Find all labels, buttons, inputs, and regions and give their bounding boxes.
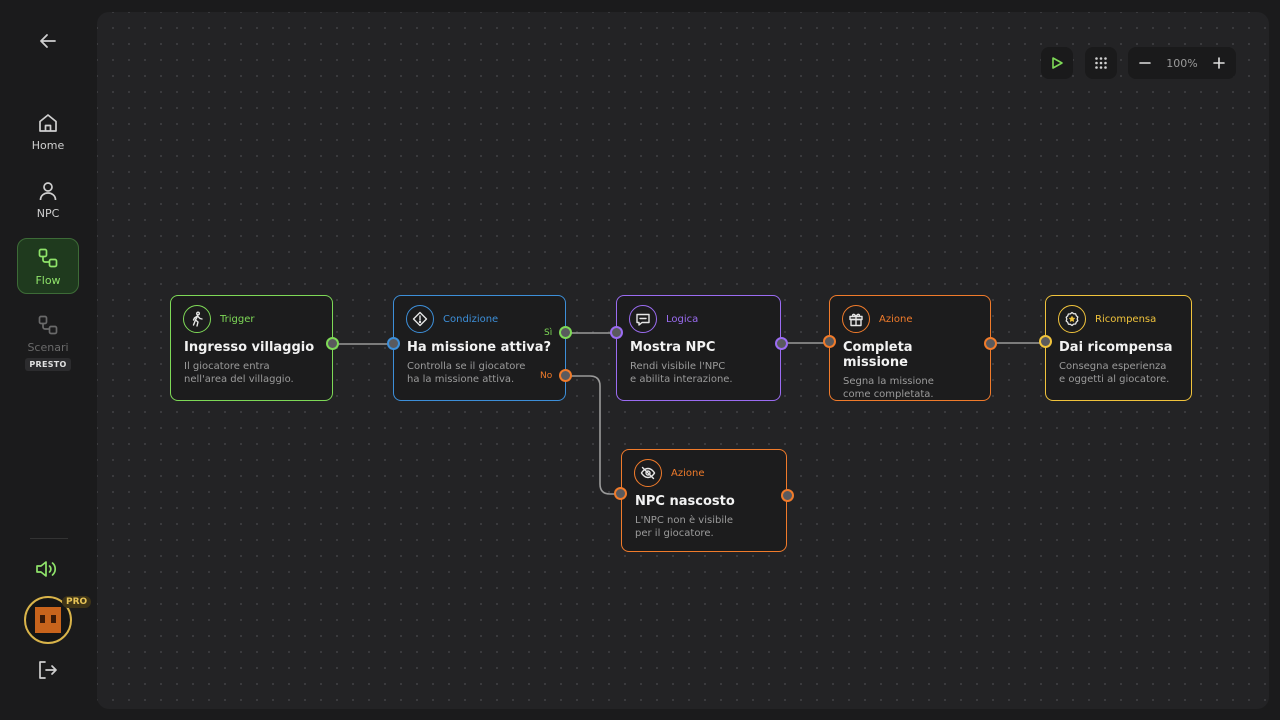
node-type-label: Trigger <box>220 313 255 325</box>
sidebar: Home NPC Flow Scenari PRESTO PRO <box>0 0 96 720</box>
gift-icon <box>842 305 870 333</box>
logout-button[interactable] <box>35 658 61 682</box>
node-logic[interactable]: Logica Mostra NPC Rendi visibile l'NPC e… <box>616 295 781 401</box>
star-badge-icon <box>1058 305 1086 333</box>
flow-icon <box>38 248 58 268</box>
node-description-line: L'NPC non è visibile <box>635 515 734 526</box>
nav-npc[interactable]: NPC <box>17 172 79 228</box>
node-title: Dai ricompensa <box>1059 340 1173 355</box>
nav-scenari[interactable]: Scenari PRESTO <box>17 306 79 376</box>
node-trigger[interactable]: Trigger Ingresso villaggio Il giocatore … <box>170 295 333 401</box>
grid-button[interactable] <box>1085 47 1117 79</box>
node-description-line: Controlla se il giocatore <box>407 361 526 372</box>
nav-flow[interactable]: Flow <box>17 238 79 294</box>
play-icon <box>1052 57 1063 69</box>
scenari-icon <box>38 315 58 335</box>
node-description: L'NPC non è visibile per il giocatore. <box>635 514 785 540</box>
minus-icon <box>1139 62 1151 64</box>
node-action-hide[interactable]: Azione NPC nascosto L'NPC non è visibile… <box>621 449 787 552</box>
node-title: NPC nascosto <box>635 494 735 509</box>
nav-home-label: Home <box>31 139 65 152</box>
reward-input-port[interactable] <box>1039 335 1052 348</box>
chat-bubble-icon <box>629 305 657 333</box>
home-icon <box>39 114 57 132</box>
node-description-line: e abilita interazione. <box>630 374 733 385</box>
node-description: Consegna esperienza e oggetti al giocato… <box>1059 360 1209 386</box>
node-description-line: nell'area del villaggio. <box>184 374 294 385</box>
node-condition[interactable]: Condizione Ha missione attiva? Controlla… <box>393 295 566 401</box>
sidebar-divider <box>30 538 68 539</box>
nav-flow-label: Flow <box>35 274 61 287</box>
sound-button[interactable] <box>34 558 62 582</box>
action-hide-input-port[interactable] <box>614 487 627 500</box>
zoom-level: 100% <box>1166 56 1198 70</box>
grid-dots-icon <box>1095 57 1107 69</box>
coming-soon-badge: PRESTO <box>25 358 71 371</box>
node-description-line: Rendi visibile l'NPC <box>630 361 726 372</box>
condition-yes-port[interactable] <box>559 326 572 339</box>
back-button[interactable] <box>32 26 64 56</box>
speaker-icon <box>36 561 57 577</box>
node-description: Controlla se il giocatore ha la missione… <box>407 360 557 386</box>
node-description-line: come completata. <box>843 389 934 400</box>
action-hide-output-port[interactable] <box>781 489 794 502</box>
condition-input-port[interactable] <box>387 337 400 350</box>
node-title: Completa missione <box>843 340 913 370</box>
nav-scenari-label: Scenari <box>27 341 69 354</box>
eye-off-icon <box>634 459 662 487</box>
node-type-label: Condizione <box>443 313 499 325</box>
plus-icon <box>1213 57 1225 69</box>
node-description-line: per il giocatore. <box>635 528 714 539</box>
node-type-label: Azione <box>879 313 913 325</box>
node-description-line: e oggetti al giocatore. <box>1059 374 1170 385</box>
condition-no-port[interactable] <box>559 369 572 382</box>
logic-output-port[interactable] <box>775 337 788 350</box>
node-type-label: Ricompensa <box>1095 313 1157 325</box>
node-title: Mostra NPC <box>630 340 716 355</box>
node-type-label: Azione <box>671 467 705 479</box>
pro-badge: PRO <box>62 596 92 608</box>
zoom-out-button[interactable] <box>1128 47 1162 79</box>
zoom-control: 100% <box>1128 47 1236 79</box>
play-button[interactable] <box>1041 47 1073 79</box>
arrow-left-icon <box>40 34 56 48</box>
action-complete-input-port[interactable] <box>823 335 836 348</box>
action-complete-output-port[interactable] <box>984 337 997 350</box>
node-title: Ingresso villaggio <box>184 340 315 355</box>
logout-icon <box>39 661 57 679</box>
node-type-label: Logica <box>666 313 699 325</box>
yes-label: Sì <box>544 328 553 338</box>
node-title: Ha missione attiva? <box>407 340 552 355</box>
nav-home[interactable]: Home <box>17 104 79 160</box>
node-description-line: Segna la missione <box>843 376 934 387</box>
node-description: Il giocatore entra nell'area del villagg… <box>184 360 334 386</box>
trigger-output-port[interactable] <box>326 337 339 350</box>
zoom-in-button[interactable] <box>1202 47 1236 79</box>
logic-input-port[interactable] <box>610 326 623 339</box>
node-description-line: ha la missione attiva. <box>407 374 515 385</box>
node-description: Segna la missione come completata. <box>843 375 993 401</box>
avatar-image <box>35 607 61 633</box>
diamond-check-icon <box>406 305 434 333</box>
no-label: No <box>540 371 553 381</box>
node-description-line: Consegna esperienza <box>1059 361 1167 372</box>
walking-person-icon <box>183 305 211 333</box>
node-description: Rendi visibile l'NPC e abilita interazio… <box>630 360 780 386</box>
node-reward[interactable]: Ricompensa Dai ricompensa Consegna esper… <box>1045 295 1192 401</box>
nav-npc-label: NPC <box>36 207 60 220</box>
user-icon <box>39 182 57 201</box>
node-description-line: Il giocatore entra <box>184 361 270 372</box>
node-action-complete[interactable]: Azione Completa missione Segna la missio… <box>829 295 991 401</box>
